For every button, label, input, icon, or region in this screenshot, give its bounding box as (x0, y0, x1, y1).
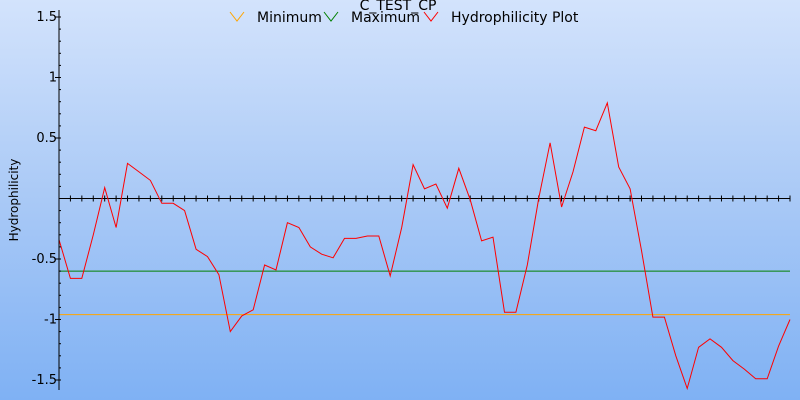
legend: Minimum Maximum Hydrophilicity Plot (229, 10, 579, 26)
hydrophilicity-chart: 1.510.5-0.5-1-1.5 C_TEST_CP Hydrophilici… (0, 0, 800, 400)
legend-item-maximum: Maximum (323, 10, 420, 26)
legend-label-minimum: Minimum (257, 10, 322, 26)
y-tick-label: 1 (49, 71, 57, 86)
legend-label-hydrophilicity-plot: Hydrophilicity Plot (451, 10, 579, 26)
y-tick-label: 0.5 (36, 131, 57, 146)
legend-item-minimum: Minimum (229, 10, 322, 26)
legend-swatch-maximum (323, 11, 339, 22)
y-tick-label: 1.5 (36, 10, 57, 25)
y-tick-label: -1 (44, 313, 57, 328)
legend-label-maximum: Maximum (351, 10, 420, 26)
hydrophilicity-series-line (58, 101, 791, 391)
y-tick-label: -0.5 (32, 252, 57, 267)
legend-swatch-minimum (229, 11, 245, 22)
legend-item-hydrophilicity-plot: Hydrophilicity Plot (423, 10, 579, 26)
y-axis-label: Hydrophilicity (7, 159, 21, 242)
y-tick-label: -1.5 (32, 373, 57, 388)
